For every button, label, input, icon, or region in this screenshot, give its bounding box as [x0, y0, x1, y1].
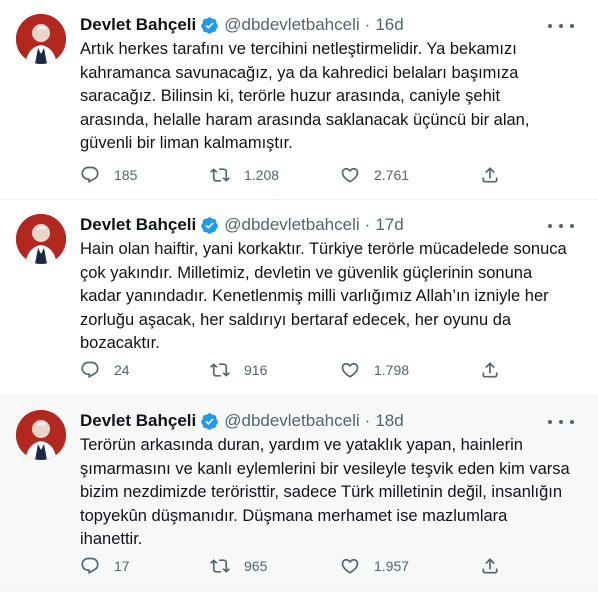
tweet-timestamp[interactable]: 17d	[375, 215, 403, 235]
more-icon[interactable]	[548, 18, 574, 34]
author-name[interactable]: Devlet Bahçeli	[80, 411, 196, 431]
retweet-icon	[210, 559, 230, 573]
like-button[interactable]: 1.957	[340, 556, 480, 576]
retweet-count: 916	[244, 362, 268, 378]
tweet-text: Terörün arkasında duran, yardım ve yatak…	[80, 436, 570, 548]
author-handle[interactable]: @dbdevletbahceli	[224, 215, 359, 235]
share-button[interactable]	[480, 556, 500, 576]
avatar[interactable]	[16, 410, 66, 460]
like-button[interactable]: 1.798	[340, 360, 480, 380]
verified-badge-icon	[200, 412, 219, 431]
share-icon	[482, 167, 498, 183]
author-handle[interactable]: @dbdevletbahceli	[224, 411, 359, 431]
reply-button[interactable]: 24	[80, 360, 210, 380]
verified-badge-icon	[200, 216, 219, 235]
retweet-count: 1.208	[244, 167, 280, 183]
tweet-header: Devlet Bahçeli @dbdevletbahceli · 18d	[80, 410, 584, 432]
separator: ·	[364, 15, 371, 34]
tweet-header: Devlet Bahçeli @dbdevletbahceli · 16d	[80, 14, 584, 36]
separator: ·	[364, 411, 371, 430]
author-handle[interactable]: @dbdevletbahceli	[224, 15, 359, 35]
like-count: 1.957	[374, 558, 410, 574]
author-name[interactable]: Devlet Bahçeli	[80, 15, 196, 35]
heart-icon	[341, 558, 359, 574]
like-button[interactable]: 2.761	[340, 165, 480, 185]
reply-button[interactable]: 185	[80, 165, 210, 185]
avatar[interactable]	[16, 14, 66, 64]
heart-icon	[341, 362, 359, 378]
reply-count: 17	[114, 558, 130, 574]
tweet-text: Hain olan haiftir, yani korkaktır. Türki…	[80, 240, 567, 352]
share-icon	[482, 362, 498, 378]
tweet-actions: 24 916 1.798	[80, 358, 520, 382]
avatar[interactable]	[16, 214, 66, 264]
tweet-card[interactable]: Devlet Bahçeli @dbdevletbahceli · 18d Te…	[0, 396, 598, 592]
retweet-button[interactable]: 916	[210, 360, 340, 380]
reply-icon	[81, 557, 99, 575]
like-count: 2.761	[374, 167, 410, 183]
author-name[interactable]: Devlet Bahçeli	[80, 215, 196, 235]
like-count: 1.798	[374, 362, 410, 378]
retweet-button[interactable]: 965	[210, 556, 340, 576]
tweet-header: Devlet Bahçeli @dbdevletbahceli · 17d	[80, 214, 584, 236]
retweet-count: 965	[244, 558, 268, 574]
more-icon[interactable]	[548, 218, 574, 234]
separator: ·	[364, 215, 371, 234]
share-icon	[482, 558, 498, 574]
more-icon[interactable]	[548, 414, 574, 430]
reply-count: 24	[114, 362, 130, 378]
reply-button[interactable]: 17	[80, 556, 210, 576]
reply-icon	[81, 166, 99, 184]
reply-icon	[81, 361, 99, 379]
share-button[interactable]	[480, 165, 500, 185]
tweet-text: Artık herkes tarafını ve tercihini netle…	[80, 40, 530, 152]
retweet-button[interactable]: 1.208	[210, 165, 340, 185]
share-button[interactable]	[480, 360, 500, 380]
tweet-card[interactable]: Devlet Bahçeli @dbdevletbahceli · 17d Ha…	[0, 200, 598, 396]
retweet-icon	[210, 168, 230, 182]
tweet-timeline: Devlet Bahçeli @dbdevletbahceli · 16d Ar…	[0, 0, 598, 592]
reply-count: 185	[114, 167, 138, 183]
tweet-actions: 185 1.208 2.761	[80, 163, 520, 187]
verified-badge-icon	[200, 16, 219, 35]
tweet-timestamp[interactable]: 16d	[375, 15, 403, 35]
retweet-icon	[210, 363, 230, 377]
tweet-timestamp[interactable]: 18d	[375, 411, 403, 431]
tweet-card[interactable]: Devlet Bahçeli @dbdevletbahceli · 16d Ar…	[0, 0, 598, 200]
tweet-actions: 17 965 1.957	[80, 554, 520, 578]
heart-icon	[341, 167, 359, 183]
